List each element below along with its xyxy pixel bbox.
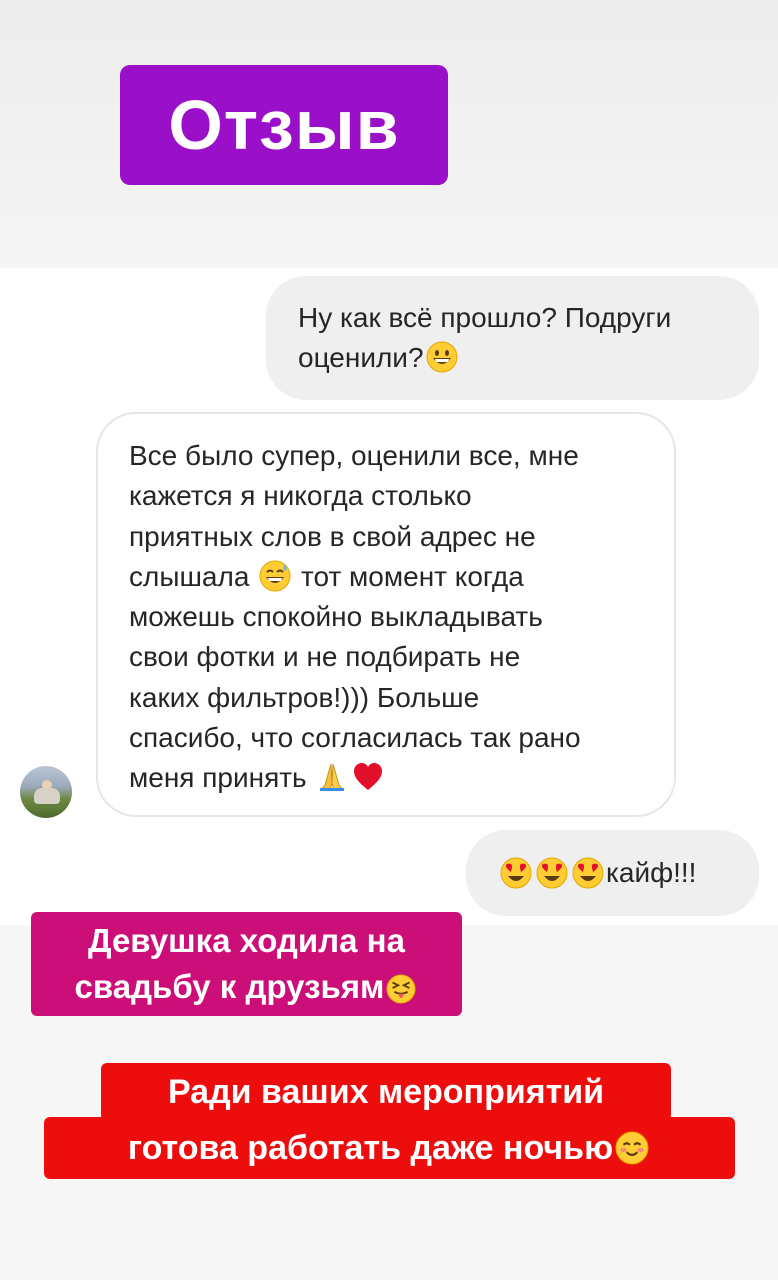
sender-avatar[interactable] <box>20 766 72 818</box>
message-line: кажется я никогда столько <box>129 480 472 512</box>
red-heart-icon <box>354 763 383 791</box>
message-text: кайф!!! <box>606 857 697 888</box>
caption-box-wedding: Девушка ходила на свадьбу к друзьям <box>31 912 462 1016</box>
folded-hands-icon <box>320 764 345 792</box>
title-badge: Отзыв <box>120 65 448 185</box>
message-line: каких фильтров!))) Больше <box>129 681 480 713</box>
message-line: Ну как всё прошло? Подруги <box>298 302 672 333</box>
smiling-blush-face-icon <box>615 1131 649 1165</box>
outgoing-message-bubble: Ну как всё прошло? Подруги оценили? <box>266 276 759 400</box>
outgoing-message-bubble: кайф!!! <box>466 830 759 916</box>
caption-line: готова работать даже ночью <box>127 1128 614 1167</box>
message-line: приятных слов в свой адрес не <box>129 520 536 552</box>
message-line: спасибо, что согласилась так рано <box>129 722 581 754</box>
avatar-figure-body <box>34 788 60 804</box>
heart-eyes-face-icon <box>500 857 532 889</box>
caption-box-events-line-1: Ради ваших мероприятий <box>101 1063 671 1121</box>
caption-line: Девушка ходила на <box>88 922 405 959</box>
heart-eyes-face-icon <box>572 857 604 889</box>
message-line: слышала тот момент когда <box>129 560 524 592</box>
incoming-message-bubble: Все было супер, оценили все, мне кажется… <box>96 412 676 817</box>
caption-box-events-line-2: готова работать даже ночью <box>44 1117 735 1179</box>
message-line: Все было супер, оценили все, мне <box>129 440 579 471</box>
title-text: Отзыв <box>168 86 400 164</box>
squinting-tongue-face-icon <box>386 974 416 1004</box>
grinning-face-icon <box>426 341 458 373</box>
message-line: оценили? <box>298 338 729 378</box>
message-line: свои фотки и не подбирать не <box>129 641 521 673</box>
message-line: меня принять <box>129 758 644 798</box>
message-line: можешь спокойно выкладывать <box>129 601 543 633</box>
caption-line: Ради ваших мероприятий <box>167 1072 605 1111</box>
heart-eyes-face-icon <box>536 857 568 889</box>
caption-line: свадьбу к друзьям <box>31 968 462 1006</box>
grinning-sweat-face-icon <box>259 560 291 592</box>
